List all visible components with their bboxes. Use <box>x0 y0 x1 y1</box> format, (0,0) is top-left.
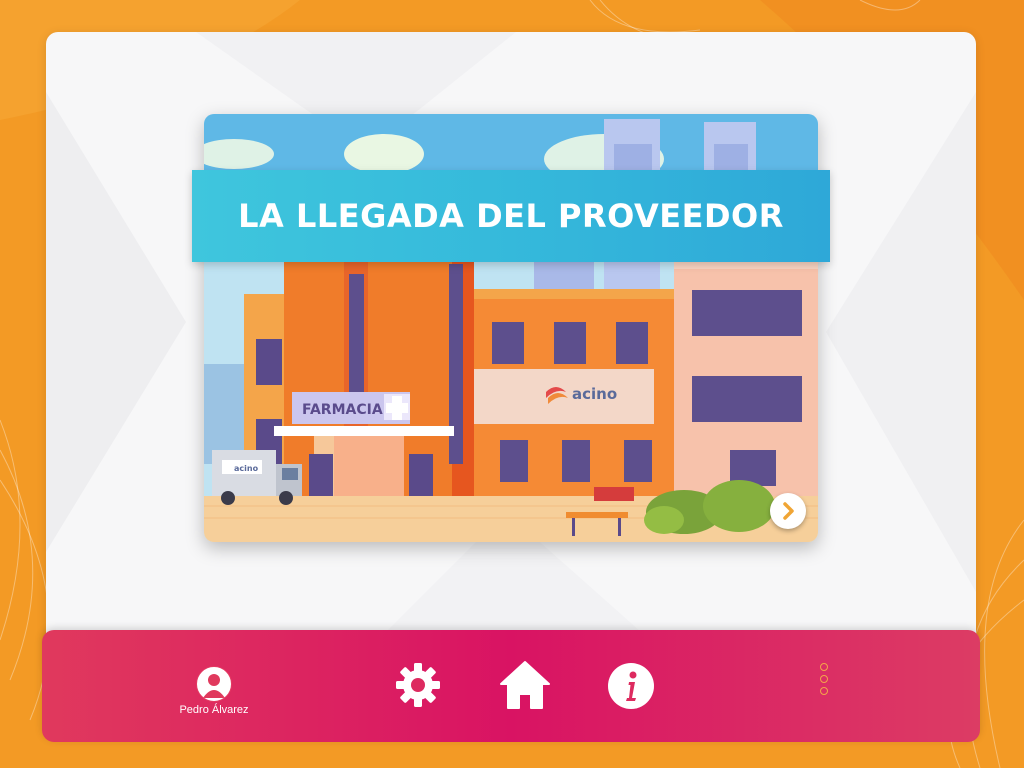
settings-button[interactable] <box>394 661 442 714</box>
truck-sign: acino <box>234 464 259 473</box>
next-button[interactable] <box>770 493 806 529</box>
dot-icon <box>820 663 828 671</box>
dot-icon <box>820 687 828 695</box>
home-icon <box>500 661 550 709</box>
user-avatar-icon <box>196 666 232 702</box>
gear-icon <box>396 663 440 707</box>
user-name: Pedro Álvarez <box>179 704 249 716</box>
dot-icon <box>820 675 828 683</box>
info-button[interactable] <box>607 662 655 715</box>
user-profile[interactable]: Pedro Álvarez <box>176 666 252 716</box>
more-options-button[interactable] <box>820 663 830 699</box>
company-sign: acino <box>572 385 617 403</box>
info-icon <box>608 663 654 709</box>
chevron-right-icon <box>783 502 794 520</box>
home-button[interactable] <box>498 658 552 717</box>
card-title: LA LLEGADA DEL PROVEEDOR <box>238 197 784 235</box>
title-banner: LA LLEGADA DEL PROVEEDOR <box>192 170 830 262</box>
pharmacy-sign: FARMACIA <box>302 402 383 418</box>
